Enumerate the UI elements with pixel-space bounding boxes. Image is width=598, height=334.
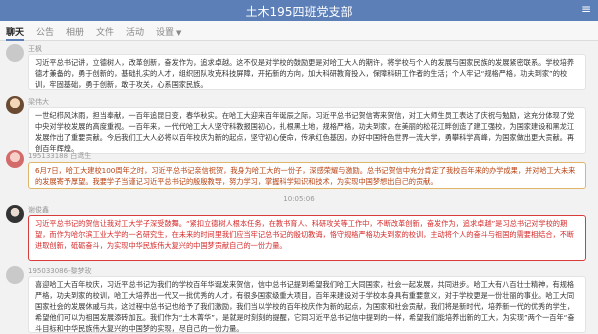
sender-name: 谢俊鑫	[28, 206, 49, 214]
tab-settings-label: 设置	[156, 28, 175, 38]
more-icon[interactable]: ≡	[581, 2, 592, 16]
message-bubble-highlighted[interactable]: 6月7日，哈工大建校100周年之时，习近平总书记亲信祝贺，我身为哈工大的一份子，…	[28, 162, 586, 189]
tab-announcement[interactable]: 公告	[36, 25, 54, 38]
time-divider: 10:05:06	[283, 195, 315, 203]
message-bubble[interactable]: 一世纪栉风沐雨，担当奉献，一百年追昆日变，春华秋实。在哈工大迎来百年诞辰之际，习…	[28, 107, 586, 154]
sender-name: 王枫	[28, 45, 42, 53]
tab-album[interactable]: 相册	[66, 25, 84, 38]
message-bubble[interactable]: 喜迎哈工大百年校庆，习近平总书记为我们的学校百年华诞发来贺信，信中总书记提到希望…	[28, 276, 586, 333]
avatar[interactable]	[6, 205, 24, 223]
title-bar: 土木195四班党支部 ≡	[0, 0, 598, 21]
sender-name: 梁伟大	[28, 98, 49, 106]
active-tab-indicator	[6, 39, 24, 41]
tab-files[interactable]: 文件	[96, 25, 114, 38]
message-bubble-highlighted[interactable]: 习近平总书记的贺信让我对工大学子深受鼓舞。“紧扣立德树人根本任务，在教书育人、科…	[28, 215, 586, 261]
tab-bar: 聊天 公告 相册 文件 活动 设置 ▼	[0, 21, 598, 41]
window-title: 土木195四班党支部	[245, 5, 353, 19]
avatar[interactable]	[6, 96, 24, 114]
chevron-down-icon: ▼	[176, 29, 182, 37]
chat-area[interactable]: 王枫 习近平总书记讲，立德树人，改革创新，奋发作为，追求卓越。这不仅是对学校的鼓…	[0, 42, 598, 334]
sender-name: 195133188 白鸢生	[28, 152, 92, 160]
tab-chat[interactable]: 聊天	[6, 25, 24, 38]
avatar[interactable]	[6, 266, 24, 284]
avatar[interactable]	[6, 44, 24, 62]
message-bubble[interactable]: 习近平总书记讲，立德树人，改革创新，奋发作为，追求卓越。这不仅是对学校的鼓励更是…	[28, 54, 586, 90]
tab-settings[interactable]: 设置 ▼	[156, 25, 181, 38]
tab-activity[interactable]: 活动	[126, 25, 144, 38]
avatar[interactable]	[6, 150, 24, 168]
sender-name: 195033086-黎梦玫	[28, 267, 92, 275]
